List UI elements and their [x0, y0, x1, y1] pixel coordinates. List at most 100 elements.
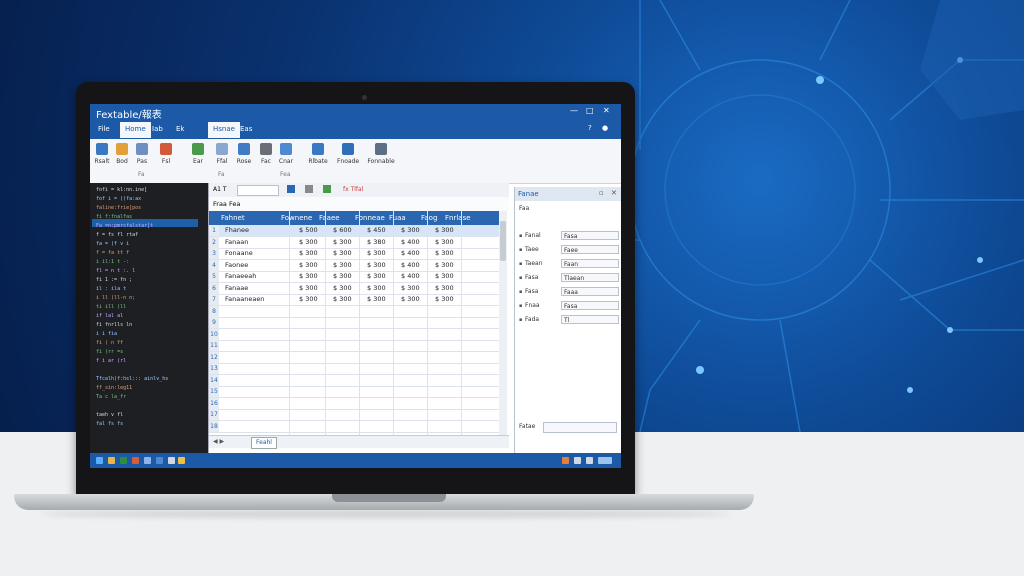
row-number[interactable]: 11	[209, 340, 219, 351]
table-cell[interactable]: $ 300	[435, 226, 454, 234]
menu-hsnae[interactable]: Hsnae	[208, 122, 240, 138]
ribbon-button-ear[interactable]: Ear	[188, 143, 208, 177]
table-cell[interactable]: $ 300	[401, 284, 420, 292]
table-cell[interactable]: $ 400	[401, 249, 420, 257]
property-value-field[interactable]: Faaa	[561, 287, 619, 296]
table-cell[interactable]: $ 500	[299, 226, 318, 234]
row-number[interactable]: 13	[209, 363, 219, 374]
table-row[interactable]: 7 Fanaaneaen $ 300 $ 300 $ 300 $ 300 $ 300	[209, 294, 499, 306]
menu-home[interactable]: Home	[120, 122, 151, 138]
table-cell[interactable]: $ 300	[299, 238, 318, 246]
table-cell[interactable]: $ 300	[435, 272, 454, 280]
ribbon-button-fonnable[interactable]: Fonnable	[366, 143, 396, 177]
table-cell[interactable]: $ 300	[299, 272, 318, 280]
user-icon[interactable]: ●	[602, 124, 608, 132]
property-value-field[interactable]: Fasa	[561, 301, 619, 310]
row-number[interactable]: 1	[209, 225, 219, 236]
table-cell[interactable]: Fanaan	[225, 238, 248, 246]
table-cell[interactable]: $ 380	[367, 238, 386, 246]
mail-icon[interactable]	[144, 457, 151, 464]
tray-warning-icon[interactable]	[562, 457, 569, 464]
table-cell[interactable]: $ 300	[333, 284, 352, 292]
sheet-nav-icon[interactable]: ◀ ▶	[213, 438, 224, 445]
table-cell[interactable]: $ 400	[401, 238, 420, 246]
table-cell[interactable]: $ 300	[435, 238, 454, 246]
table-row[interactable]: 12	[209, 351, 499, 364]
table-cell[interactable]: $ 300	[435, 295, 454, 303]
table-cell[interactable]: $ 300	[299, 249, 318, 257]
table-cell[interactable]: Fanaae	[225, 284, 248, 292]
row-number[interactable]: 7	[209, 294, 219, 305]
table-row[interactable]: 9	[209, 317, 499, 329]
table-cell[interactable]: $ 300	[401, 295, 420, 303]
store-icon[interactable]	[156, 457, 163, 464]
table-cell[interactable]: $ 300	[333, 238, 352, 246]
ribbon-button-bod[interactable]: Bod	[112, 143, 132, 177]
minimize-button[interactable]: —	[570, 106, 578, 115]
table-cell[interactable]: $ 300	[333, 249, 352, 257]
table-cell[interactable]: $ 450	[367, 226, 386, 234]
confirm-icon[interactable]	[323, 185, 331, 193]
table-cell[interactable]: $ 600	[333, 226, 352, 234]
ribbon-button-rose[interactable]: Rose	[234, 143, 254, 177]
close-button[interactable]: ✕	[603, 106, 610, 115]
table-cell[interactable]: Fonaane	[225, 249, 253, 257]
ribbon-button-fsl[interactable]: Fsl	[156, 143, 176, 177]
table-row[interactable]: 14	[209, 374, 499, 387]
menu-file[interactable]: File	[98, 125, 110, 133]
tray-volume-icon[interactable]	[586, 457, 593, 464]
menu-iab[interactable]: Iab	[152, 125, 163, 133]
tray-network-icon[interactable]	[574, 457, 581, 464]
property-value-field[interactable]: Tlaean	[561, 273, 619, 282]
table-cell[interactable]: $ 300	[435, 249, 454, 257]
ribbon-button-fnoade[interactable]: Fnoade	[334, 143, 362, 177]
browser-icon[interactable]	[132, 457, 139, 464]
column-header[interactable]: Fownene	[281, 214, 312, 222]
table-cell[interactable]: $ 300	[435, 284, 454, 292]
scrollbar-thumb[interactable]	[500, 221, 506, 261]
property-value-field[interactable]: Faan	[561, 259, 619, 268]
row-number[interactable]: 8	[209, 305, 219, 317]
table-cell[interactable]: $ 300	[367, 272, 386, 280]
property-value-field[interactable]: Fasa	[561, 231, 619, 240]
row-number[interactable]: 10	[209, 328, 219, 340]
table-cell[interactable]: $ 300	[367, 284, 386, 292]
sheet-tab-active[interactable]: Feahl	[251, 437, 277, 449]
table-cell[interactable]: $ 400	[401, 272, 420, 280]
table-cell[interactable]: $ 300	[367, 261, 386, 269]
pin-icon[interactable]: ▫	[599, 189, 604, 197]
sheet-app-icon[interactable]	[120, 457, 127, 464]
table-cell[interactable]: Fanaaneaen	[225, 295, 264, 303]
table-row[interactable]: 8	[209, 305, 499, 318]
panel-close-icon[interactable]: ✕	[611, 189, 617, 197]
vertical-scrollbar[interactable]	[499, 211, 507, 435]
cancel-icon[interactable]	[305, 185, 313, 193]
tray-clock-icon[interactable]	[598, 457, 612, 464]
settings-icon[interactable]	[168, 457, 175, 464]
row-number[interactable]: 12	[209, 351, 219, 363]
table-row[interactable]: 16	[209, 397, 499, 410]
row-number[interactable]: 3	[209, 248, 219, 259]
row-number[interactable]: 15	[209, 386, 219, 397]
row-number[interactable]: 18	[209, 420, 219, 432]
ribbon-button-rlbate[interactable]: Rlbate	[306, 143, 330, 177]
table-row[interactable]: 3 Fonaane $ 300 $ 300 $ 300 $ 400 $ 300	[209, 248, 499, 260]
row-number[interactable]: 9	[209, 317, 219, 328]
property-value-field[interactable]: Tl	[561, 315, 619, 324]
formula-bar[interactable]: fx Tlfal	[343, 186, 363, 193]
table-cell[interactable]: $ 300	[401, 226, 420, 234]
row-number[interactable]: 16	[209, 397, 219, 409]
column-header[interactable]: Fuaa	[389, 214, 406, 222]
table-row[interactable]: 13	[209, 363, 499, 375]
code-editor-pane[interactable]: fofi = kl:nn.ine[fof i = ((fa:ax faline:…	[90, 183, 208, 453]
table-cell[interactable]: $ 300	[299, 295, 318, 303]
table-cell[interactable]: $ 300	[299, 284, 318, 292]
row-number[interactable]: 2	[209, 236, 219, 248]
notes-icon[interactable]	[178, 457, 185, 464]
ribbon-button-fac[interactable]: Fac	[256, 143, 276, 177]
row-number[interactable]: 17	[209, 409, 219, 420]
table-cell[interactable]: $ 300	[333, 295, 352, 303]
help-icon[interactable]: ?	[588, 124, 592, 132]
table-row[interactable]: 2 Fanaan $ 300 $ 300 $ 380 $ 400 $ 300	[209, 236, 499, 249]
table-cell[interactable]: Fanaeeah	[225, 272, 256, 280]
